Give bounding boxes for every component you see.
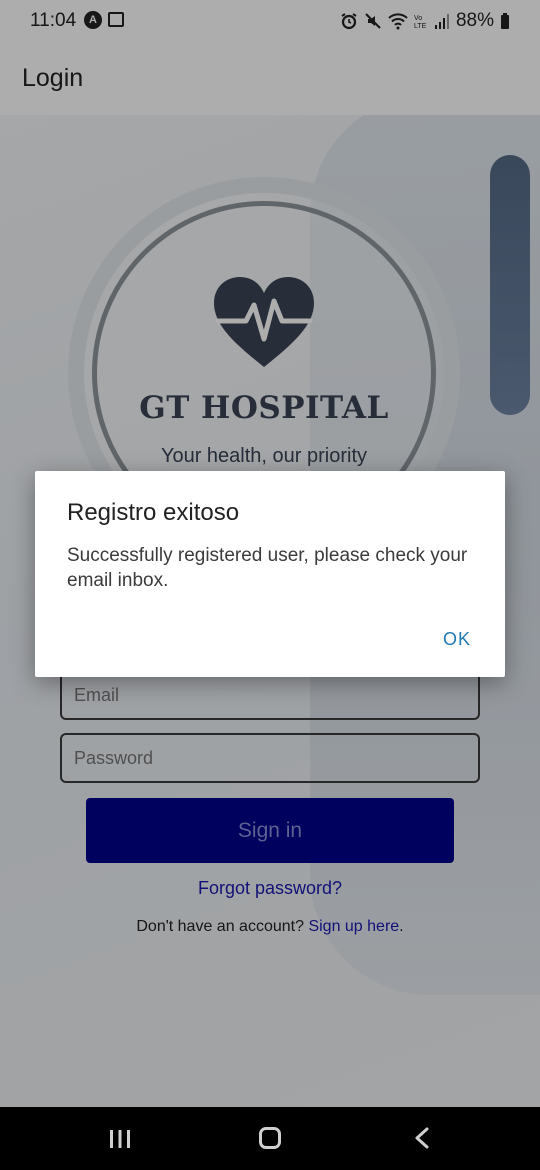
- home-icon[interactable]: [259, 1127, 281, 1149]
- back-icon[interactable]: [412, 1127, 432, 1149]
- system-nav-bar: [0, 1107, 540, 1170]
- registration-success-dialog: Registro exitoso Successfully registered…: [35, 471, 505, 677]
- login-screen: 11:04 A Vo LTE 88% Login GT HOSPITAL Your: [0, 0, 540, 1170]
- dialog-title: Registro exitoso: [67, 499, 240, 526]
- recents-icon[interactable]: [109, 1129, 131, 1149]
- dialog-message: Successfully registered user, please che…: [67, 545, 468, 591]
- ok-button[interactable]: OK: [443, 629, 471, 650]
